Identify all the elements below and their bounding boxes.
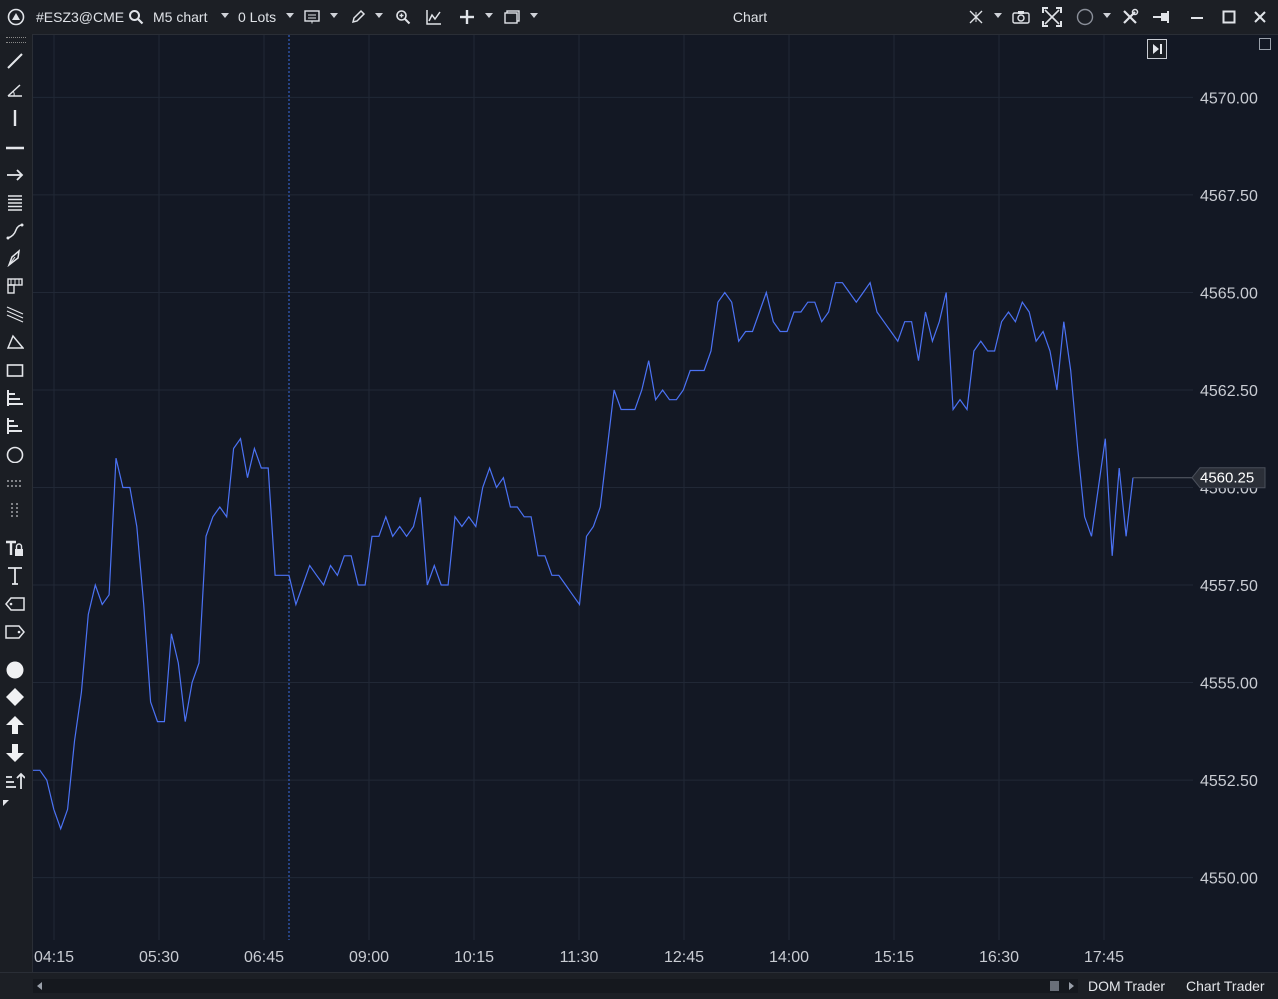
dot-marker-icon[interactable]: [4, 659, 26, 681]
gann-fan-icon[interactable]: [4, 387, 26, 409]
arrow-line-icon[interactable]: [4, 162, 26, 184]
y-tick-label: 4567.50: [1200, 188, 1258, 205]
range-h-icon[interactable]: [4, 471, 26, 493]
bottom-bar: DOM Trader Chart Trader: [0, 972, 1278, 999]
layout-icon[interactable]: [502, 7, 522, 27]
skip-end-icon: [1153, 44, 1162, 54]
price-series-line: [33, 281, 1134, 831]
search-icon[interactable]: [126, 7, 146, 27]
diamond-marker-icon[interactable]: [4, 686, 26, 708]
vertical-line-icon[interactable]: [4, 107, 26, 129]
window-title: Chart: [732, 9, 768, 25]
chevron-down-icon[interactable]: [994, 13, 1002, 18]
scrollbar-thumb[interactable]: [1050, 981, 1059, 991]
horizontal-line-icon[interactable]: [4, 134, 26, 156]
app-logo-icon: [6, 7, 26, 27]
text-icon[interactable]: [4, 565, 26, 587]
x-tick-label: 05:30: [139, 949, 179, 966]
last-price-tag: 4560.25: [1191, 467, 1266, 489]
x-tick-label: 16:30: [979, 949, 1019, 966]
ellipse-icon[interactable]: [4, 443, 26, 465]
angle-line-icon[interactable]: [4, 79, 26, 101]
y-tick-label: 4552.50: [1200, 773, 1258, 790]
scroll-right-icon[interactable]: [1069, 982, 1074, 990]
scale-mode-icon[interactable]: [1259, 38, 1271, 50]
chevron-down-icon[interactable]: [485, 13, 493, 18]
fib-extension-icon[interactable]: [4, 415, 26, 437]
horizontal-scrollbar[interactable]: [33, 979, 1078, 993]
symbol-selector[interactable]: #ESZ3@CME: [36, 0, 124, 34]
rectangle-icon[interactable]: [4, 359, 26, 381]
last-price-label: 4560.25: [1200, 470, 1254, 487]
tab-dom-trader[interactable]: DOM Trader: [1088, 973, 1165, 999]
x-tick-label: 04:15: [34, 949, 74, 966]
y-tick-label: 4562.50: [1200, 383, 1258, 400]
chevron-down-icon[interactable]: [1103, 13, 1111, 18]
x-tick-label: 10:15: [454, 949, 494, 966]
x-tick-label: 06:45: [244, 949, 284, 966]
y-tick-label: 4565.00: [1200, 285, 1258, 302]
maximize-icon[interactable]: [1219, 7, 1239, 27]
callout-icon[interactable]: [4, 621, 26, 643]
tools-icon[interactable]: [1120, 7, 1140, 27]
fibonacci-icon[interactable]: [4, 275, 26, 297]
trend-line-icon[interactable]: [4, 50, 26, 72]
minimize-icon[interactable]: [1187, 7, 1207, 27]
plus-icon[interactable]: [457, 7, 477, 27]
close-icon[interactable]: [1250, 7, 1270, 27]
indicators-icon[interactable]: [424, 7, 444, 27]
tab-chart-trader[interactable]: Chart Trader: [1186, 973, 1265, 999]
circle-icon[interactable]: [1075, 7, 1095, 27]
zoom-icon[interactable]: [393, 7, 413, 27]
scroll-to-end-button[interactable]: [1147, 39, 1167, 59]
chevron-down-icon[interactable]: [375, 13, 383, 18]
toolbar-more-icon[interactable]: [3, 800, 9, 806]
y-tick-label: 4557.50: [1200, 578, 1258, 595]
x-tick-label: 11:30: [560, 949, 599, 966]
expand-icon[interactable]: [1042, 7, 1062, 27]
scroll-left-icon[interactable]: [37, 982, 42, 990]
pen-icon[interactable]: [4, 247, 26, 269]
y-tick-label: 4570.00: [1200, 90, 1258, 107]
arrow-up-icon[interactable]: [4, 714, 26, 736]
price-chart[interactable]: 4570.004567.504565.004562.504560.004557.…: [33, 35, 1278, 972]
crosshair-icon[interactable]: [966, 7, 986, 27]
chevron-down-icon[interactable]: [286, 13, 294, 18]
triangle-icon[interactable]: [4, 331, 26, 353]
x-tick-label: 09:00: [349, 949, 389, 966]
parallel-lines-icon[interactable]: [4, 191, 26, 213]
drawing-toolbar: [0, 34, 33, 972]
x-tick-label: 12:45: [664, 949, 704, 966]
chart-type-icon[interactable]: [302, 7, 322, 27]
range-v-icon[interactable]: [4, 499, 26, 521]
lots-selector[interactable]: 0 Lots: [238, 0, 276, 34]
x-tick-label: 15:15: [874, 949, 914, 966]
camera-icon[interactable]: [1011, 7, 1031, 27]
chevron-down-icon[interactable]: [221, 13, 229, 18]
toolbar-grip-icon[interactable]: [6, 37, 26, 43]
curve-icon[interactable]: [4, 220, 26, 242]
channel-icon[interactable]: [4, 304, 26, 326]
chart-area[interactable]: 4570.00 4567.50 4565.00 4562.50 4560.00 4557.…: [33, 35, 1278, 972]
top-toolbar: #ESZ3@CME M5 chart 0 Lots Chart: [0, 0, 1278, 35]
chevron-down-icon[interactable]: [330, 13, 338, 18]
price-label-icon[interactable]: [4, 593, 26, 615]
text-lock-icon[interactable]: [4, 537, 26, 559]
x-tick-label: 14:00: [769, 949, 809, 966]
pencil-icon[interactable]: [348, 7, 368, 27]
sort-icon[interactable]: [4, 770, 26, 792]
timeframe-selector[interactable]: M5 chart: [153, 0, 207, 34]
arrow-down-icon[interactable]: [4, 742, 26, 764]
chevron-down-icon[interactable]: [530, 13, 538, 18]
pin-icon[interactable]: [1151, 7, 1171, 27]
y-tick-label: 4555.00: [1200, 676, 1258, 693]
x-tick-label: 17:45: [1084, 949, 1124, 966]
y-tick-label: 4550.00: [1200, 871, 1258, 888]
